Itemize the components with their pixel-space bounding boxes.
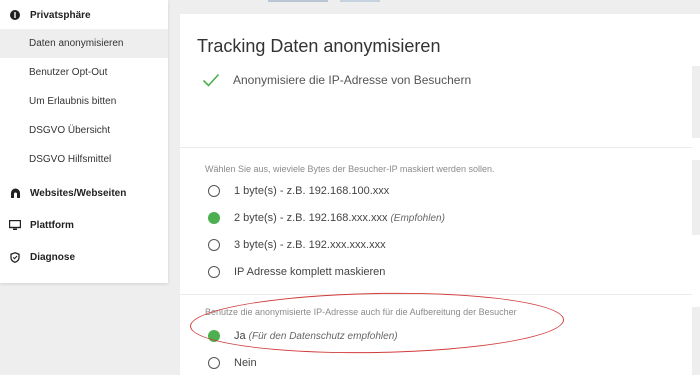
sidebar-item-um-erlaubnis-bitten[interactable]: Um Erlaubnis bitten bbox=[0, 87, 168, 116]
sidebar-section-platform[interactable]: Plattform bbox=[0, 210, 168, 240]
mask-bytes-question: Wählen Sie aus, wieviele Bytes der Besuc… bbox=[205, 164, 495, 174]
sidebar-item-daten-anonymisieren[interactable]: Daten anonymisieren bbox=[0, 29, 168, 58]
enrichment-question: Benutze die anonymisierte IP-Adresse auc… bbox=[205, 307, 517, 317]
radio-button[interactable] bbox=[208, 357, 220, 369]
side-panel-edge bbox=[692, 160, 700, 235]
divider bbox=[180, 294, 692, 295]
mask-option-full[interactable]: IP Adresse komplett maskieren bbox=[208, 266, 385, 278]
divider bbox=[180, 147, 692, 148]
option-label: Ja bbox=[234, 330, 246, 342]
checkmark-icon bbox=[202, 73, 220, 87]
sidebar-section-diagnose[interactable]: Diagnose bbox=[0, 242, 168, 272]
side-panel-edge bbox=[692, 66, 700, 138]
ip-anonymize-checkbox[interactable]: Anonymisiere die IP-Adresse von Besucher… bbox=[202, 73, 471, 87]
sidebar-item-dsgvo-hilfsmittel[interactable]: DSGVO Hilfsmittel bbox=[0, 145, 168, 174]
enrichment-option-yes[interactable]: Ja (Für den Datenschutz empfohlen) bbox=[208, 330, 398, 342]
sidebar-section-label: Websites/Webseiten bbox=[30, 187, 127, 199]
sidebar-section-websites[interactable]: Websites/Webseiten bbox=[0, 178, 168, 208]
option-label: Nein bbox=[234, 357, 257, 369]
top-link-fragment bbox=[268, 0, 328, 2]
mask-option-1-byte[interactable]: 1 byte(s) - z.B. 192.168.100.xxx bbox=[208, 185, 389, 197]
sidebar-item-benutzer-opt-out[interactable]: Benutzer Opt-Out bbox=[0, 58, 168, 87]
settings-card: Tracking Daten anonymisieren Anonymisier… bbox=[180, 14, 700, 375]
shield-icon bbox=[9, 251, 21, 263]
top-link-fragment bbox=[340, 0, 380, 2]
option-label: 1 byte(s) - z.B. 192.168.100.xxx bbox=[234, 185, 390, 197]
radio-button-selected[interactable] bbox=[208, 212, 220, 224]
privacy-icon bbox=[9, 9, 21, 21]
recommended-note: (Empfohlen) bbox=[390, 212, 445, 224]
option-label: IP Adresse komplett maskieren bbox=[234, 266, 386, 278]
sidebar-section-label: Privatsphäre bbox=[30, 9, 91, 21]
mask-option-3-bytes[interactable]: 3 byte(s) - z.B. 192.xxx.xxx.xxx bbox=[208, 239, 386, 251]
websites-icon bbox=[9, 187, 21, 199]
side-panel-edge bbox=[692, 307, 700, 375]
radio-button[interactable] bbox=[208, 185, 220, 197]
top-strip bbox=[180, 0, 700, 4]
sidebar: Privatsphäre Daten anonymisieren Benutze… bbox=[0, 0, 168, 283]
mask-option-2-bytes[interactable]: 2 byte(s) - z.B. 192.168.xxx.xxx (Empfoh… bbox=[208, 212, 445, 224]
enrichment-option-no[interactable]: Nein bbox=[208, 357, 257, 369]
sidebar-section-label: Diagnose bbox=[30, 251, 76, 263]
recommended-note: (Für den Datenschutz empfohlen) bbox=[248, 330, 398, 342]
sidebar-section-privacy[interactable]: Privatsphäre bbox=[0, 0, 168, 30]
radio-button[interactable] bbox=[208, 239, 220, 251]
sidebar-item-dsgvo-uebersicht[interactable]: DSGVO Übersicht bbox=[0, 116, 168, 145]
monitor-icon bbox=[9, 219, 21, 231]
page-title: Tracking Daten anonymisieren bbox=[197, 36, 441, 56]
radio-button[interactable] bbox=[208, 266, 220, 278]
ip-anonymize-label: Anonymisiere die IP-Adresse von Besucher… bbox=[233, 73, 472, 87]
radio-button-selected[interactable] bbox=[208, 330, 220, 342]
sidebar-section-label: Plattform bbox=[30, 219, 74, 231]
option-label: 2 byte(s) - z.B. 192.168.xxx.xxx bbox=[234, 212, 388, 224]
option-label: 3 byte(s) - z.B. 192.xxx.xxx.xxx bbox=[234, 239, 386, 251]
